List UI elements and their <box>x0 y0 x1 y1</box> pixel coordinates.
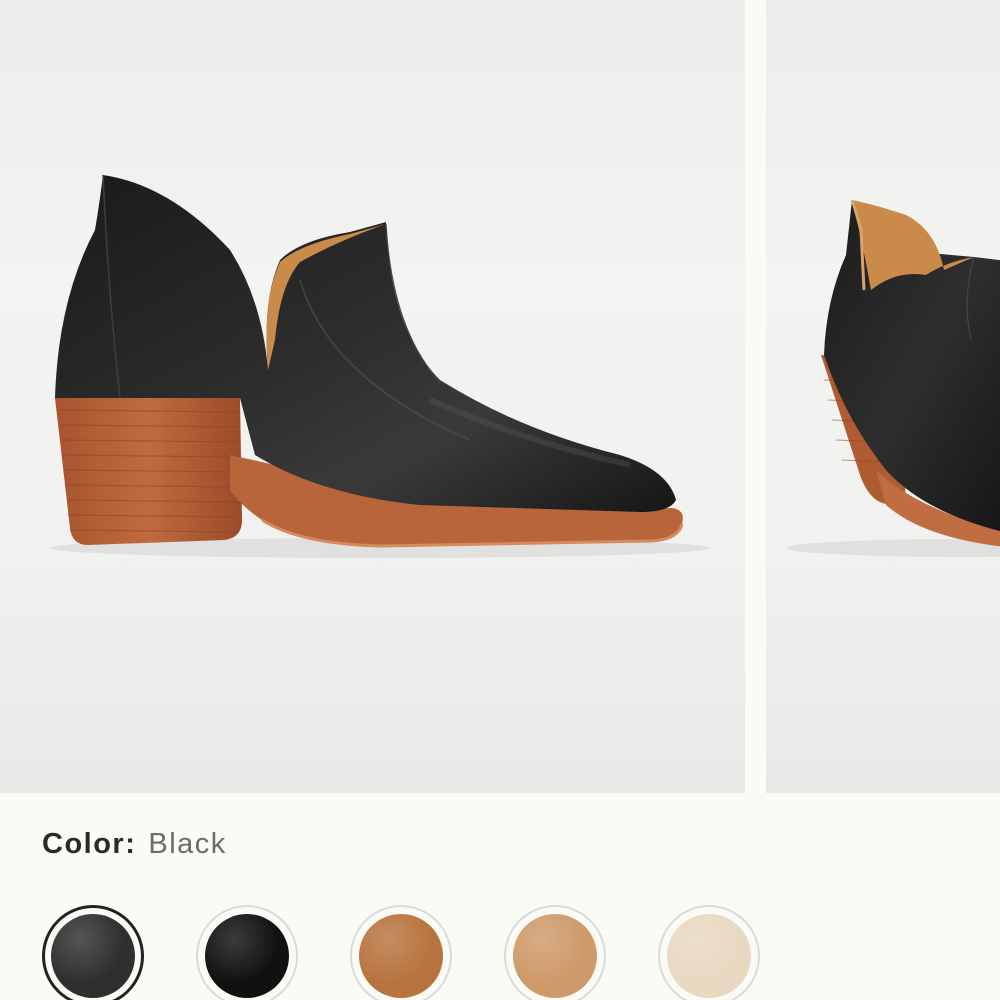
swatch-black-suede[interactable] <box>196 905 298 1000</box>
color-swatch-list <box>0 905 1000 1000</box>
swatch-black-leather[interactable] <box>42 905 144 1000</box>
color-label: Color: <box>42 827 137 860</box>
swatch-chip <box>205 914 289 998</box>
selected-color-value: Black <box>148 827 227 860</box>
ankle-boot-image-alt <box>786 199 1000 557</box>
swatch-chip <box>51 914 135 998</box>
ankle-boot-image <box>50 174 710 558</box>
color-selector-label: Color: Black <box>42 824 227 864</box>
swatch-cognac[interactable] <box>350 905 452 1000</box>
product-image-carousel[interactable] <box>0 0 1000 793</box>
swatch-cream[interactable] <box>658 905 760 1000</box>
product-image-main[interactable] <box>0 0 745 793</box>
swatch-tan[interactable] <box>504 905 606 1000</box>
swatch-chip <box>513 914 597 998</box>
swatch-chip <box>667 914 751 998</box>
swatch-chip <box>359 914 443 998</box>
product-image-next[interactable] <box>766 0 1000 793</box>
